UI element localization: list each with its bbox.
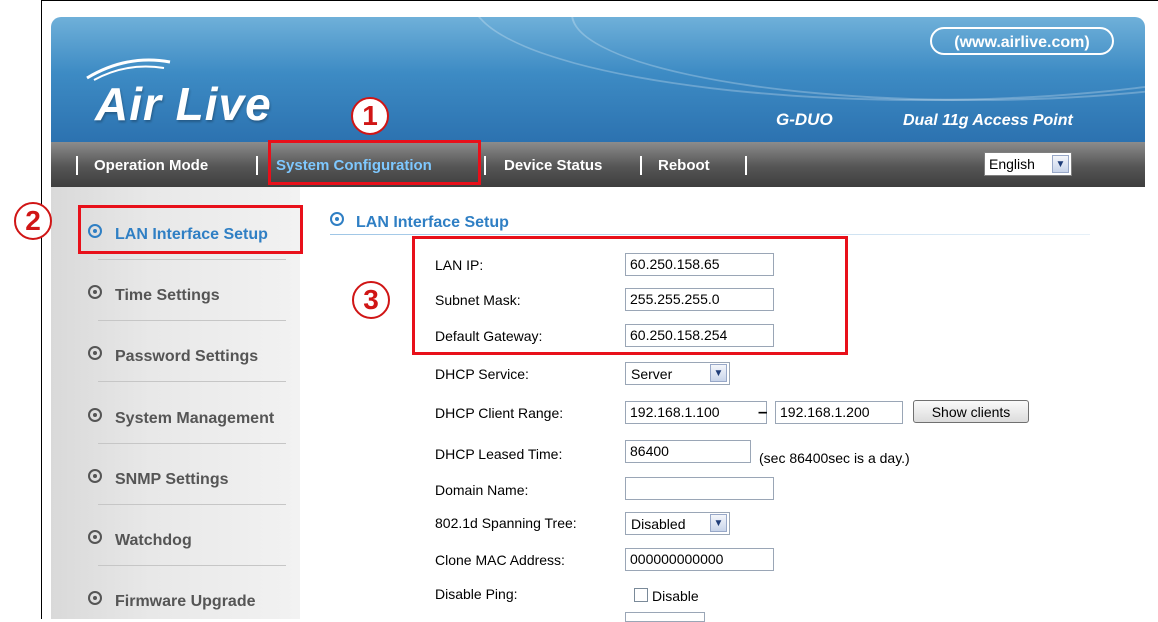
title-divider bbox=[330, 234, 1090, 235]
sidebar-item-time-settings[interactable]: Time Settings bbox=[88, 285, 220, 305]
website-badge[interactable]: (www.airlive.com) bbox=[930, 27, 1114, 55]
product-tagline: Dual 11g Access Point bbox=[903, 112, 1073, 129]
disable-ping-checkbox-label: Disable bbox=[652, 588, 699, 604]
nav-separator bbox=[76, 156, 78, 175]
page-title: LAN Interface Setup bbox=[330, 212, 509, 232]
sidebar-item-system-management[interactable]: System Management bbox=[88, 408, 274, 428]
domain-name-label: Domain Name: bbox=[435, 482, 529, 498]
dhcp-leased-time-field[interactable]: 86400 bbox=[625, 440, 751, 463]
sidebar-item-watchdog[interactable]: Watchdog bbox=[88, 530, 192, 550]
default-gateway-label: Default Gateway: bbox=[435, 328, 543, 344]
sidebar-divider bbox=[98, 259, 286, 260]
chevron-down-icon[interactable]: ▼ bbox=[710, 364, 727, 382]
chevron-down-icon[interactable]: ▼ bbox=[710, 514, 727, 532]
language-select[interactable]: English ▼ bbox=[984, 152, 1072, 176]
spanning-tree-value: Disabled bbox=[631, 516, 686, 532]
dhcp-service-value: Server bbox=[631, 366, 673, 382]
annotation-number-three: 3 bbox=[352, 281, 390, 319]
nav-system-configuration[interactable]: System Configuration bbox=[276, 156, 432, 175]
disable-ping-label: Disable Ping: bbox=[435, 586, 518, 602]
nav-device-status[interactable]: Device Status bbox=[504, 156, 602, 175]
radio-bullet-icon bbox=[88, 346, 102, 360]
sidebar-item-lan-interface-setup[interactable]: LAN Interface Setup bbox=[88, 224, 268, 244]
subnet-mask-label: Subnet Mask: bbox=[435, 292, 521, 308]
lan-ip-field[interactable]: 60.250.158.65 bbox=[625, 253, 774, 276]
radio-bullet-icon bbox=[88, 469, 102, 483]
spanning-tree-label: 802.1d Spanning Tree: bbox=[435, 515, 577, 531]
sidebar-divider bbox=[98, 443, 286, 444]
dhcp-range-end-field[interactable]: 192.168.1.200 bbox=[775, 401, 903, 424]
airlive-logo: Air Live bbox=[95, 78, 272, 130]
chevron-down-icon[interactable]: ▼ bbox=[1052, 155, 1069, 173]
nav-reboot[interactable]: Reboot bbox=[658, 156, 710, 175]
show-clients-button[interactable]: Show clients bbox=[913, 400, 1029, 423]
model-name: G-DUO bbox=[776, 110, 833, 129]
sidebar-divider bbox=[98, 381, 286, 382]
sidebar-divider bbox=[98, 320, 286, 321]
sidebar-divider bbox=[98, 565, 286, 566]
dhcp-leased-time-label: DHCP Leased Time: bbox=[435, 446, 563, 462]
domain-name-field[interactable] bbox=[625, 477, 774, 500]
radio-bullet-icon bbox=[88, 285, 102, 299]
radio-bullet-icon bbox=[88, 530, 102, 544]
sidebar-item-firmware-upgrade[interactable]: Firmware Upgrade bbox=[88, 591, 255, 611]
dhcp-client-range-label: DHCP Client Range: bbox=[435, 405, 564, 421]
annotation-number-two: 2 bbox=[14, 202, 52, 240]
default-gateway-field[interactable]: 60.250.158.254 bbox=[625, 324, 774, 347]
dhcp-range-start-field[interactable]: 192.168.1.100 bbox=[625, 401, 767, 424]
next-field-partial[interactable] bbox=[625, 612, 705, 622]
radio-bullet-icon bbox=[88, 408, 102, 422]
range-dash: – bbox=[758, 402, 768, 421]
nav-separator bbox=[745, 156, 747, 175]
spanning-tree-select[interactable]: Disabled ▼ bbox=[625, 512, 730, 535]
subnet-mask-field[interactable]: 255.255.255.0 bbox=[625, 288, 774, 311]
clone-mac-field[interactable]: 000000000000 bbox=[625, 548, 774, 571]
leased-time-hint: (sec 86400sec is a day.) bbox=[759, 450, 910, 466]
lan-ip-label: LAN IP: bbox=[435, 257, 484, 273]
dhcp-service-select[interactable]: Server ▼ bbox=[625, 362, 730, 385]
language-value: English bbox=[989, 156, 1035, 172]
disable-ping-checkbox[interactable] bbox=[634, 588, 648, 602]
nav-separator bbox=[256, 156, 258, 175]
sidebar bbox=[51, 187, 300, 619]
nav-separator bbox=[640, 156, 642, 175]
annotation-number-one: 1 bbox=[351, 97, 389, 135]
nav-operation-mode[interactable]: Operation Mode bbox=[94, 156, 208, 175]
sidebar-item-password-settings[interactable]: Password Settings bbox=[88, 346, 258, 366]
clone-mac-label: Clone MAC Address: bbox=[435, 552, 565, 568]
radio-bullet-icon bbox=[330, 212, 344, 226]
sidebar-item-snmp-settings[interactable]: SNMP Settings bbox=[88, 469, 229, 489]
radio-bullet-icon bbox=[88, 591, 102, 605]
nav-separator bbox=[484, 156, 486, 175]
dhcp-service-label: DHCP Service: bbox=[435, 366, 529, 382]
sidebar-divider bbox=[98, 504, 286, 505]
radio-bullet-icon bbox=[88, 224, 102, 238]
